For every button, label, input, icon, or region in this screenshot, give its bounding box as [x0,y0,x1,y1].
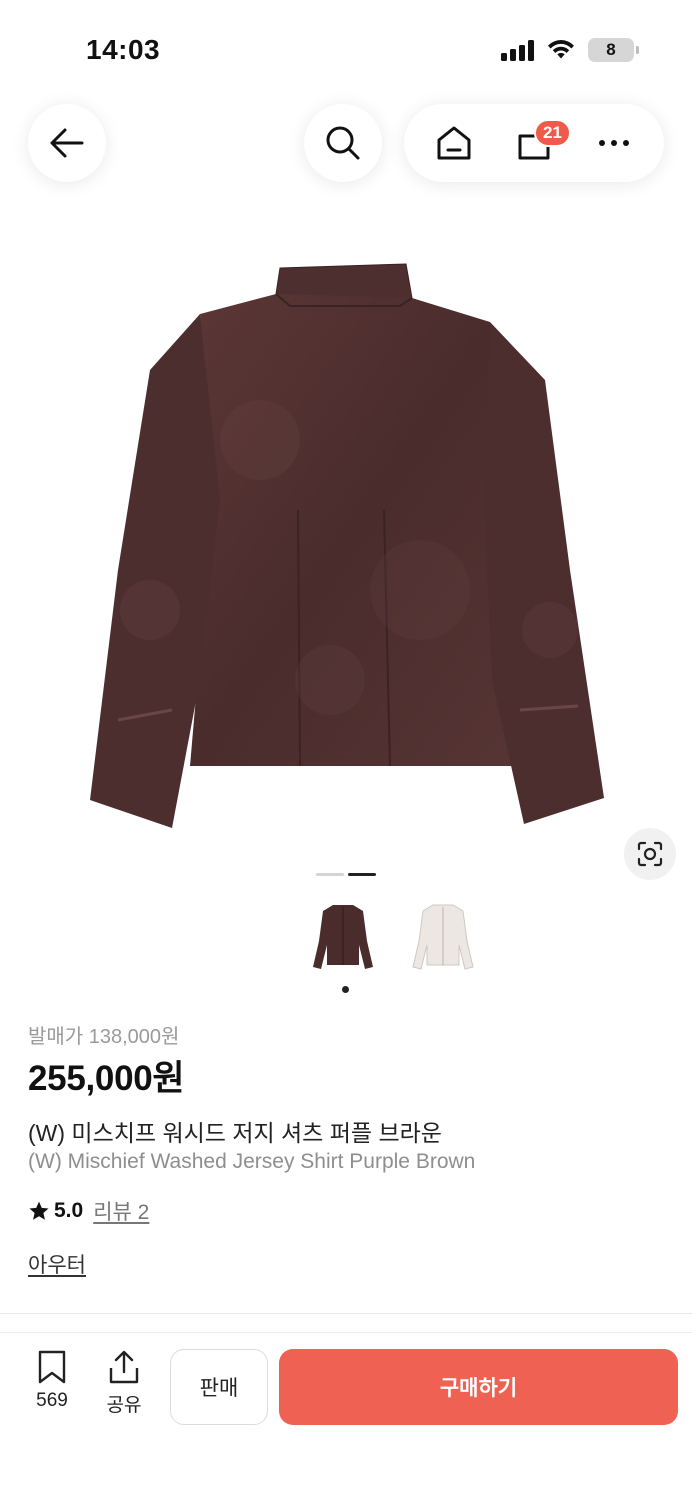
battery-icon: 8 [588,38,639,62]
color-thumbnails [306,898,480,976]
more-button[interactable] [584,113,644,173]
image-page-indicator [316,873,376,876]
page-indicator-segment-active [348,873,376,876]
product-name-korean: (W) 미스치프 워시드 저지 셔츠 퍼플 브라운 [28,1120,442,1146]
image-search-button[interactable] [624,828,676,880]
cellular-signal-icon [501,39,534,61]
page-indicator-segment [316,873,344,876]
rating-row: 5.0 리뷰 2 [28,1196,149,1226]
buy-button[interactable]: 구매하기 [279,1349,678,1425]
product-image[interactable] [0,210,692,860]
category-link[interactable]: 아우터 [28,1249,86,1279]
status-bar: 14:03 8 [0,0,692,100]
share-button[interactable]: 공유 [94,1350,154,1417]
rating-score: 5.0 [54,1199,84,1222]
thumbnail-ivory[interactable] [406,898,480,976]
share-icon [109,1350,139,1384]
star-icon [29,1201,49,1220]
arrow-left-icon [50,128,84,158]
divider [0,1313,692,1314]
status-indicators: 8 [501,38,639,62]
wishlist-button[interactable]: 569 [22,1350,82,1412]
sell-button[interactable]: 판매 [170,1349,268,1425]
wishlist-count: 569 [36,1390,68,1411]
bookmark-icon [38,1350,66,1384]
ivory-jacket-thumb [412,904,474,970]
more-horizontal-icon [599,140,629,146]
search-icon [326,126,360,160]
search-button[interactable] [304,104,382,182]
home-button[interactable] [424,113,484,173]
product-name-english: (W) Mischief Washed Jersey Shirt Purple … [28,1150,476,1173]
brown-jacket-thumb [313,905,373,969]
cart-button[interactable]: 21 [504,113,571,173]
wifi-icon [548,40,574,59]
release-price: 발매가 138,000원 [28,1026,180,1048]
battery-level: 8 [606,40,616,59]
selected-thumbnail-dot [342,986,349,993]
nav-actions: 21 [404,104,664,182]
current-price: 255,000원 [28,1059,185,1098]
jacket-back-image [90,263,604,828]
thumbnail-brown[interactable] [306,898,380,976]
share-label: 공유 [106,1395,142,1416]
back-button[interactable] [28,104,106,182]
home-icon [437,126,471,160]
cart-count-badge: 21 [534,119,571,147]
status-time: 14:03 [86,34,161,65]
review-link[interactable]: 리뷰 2 [93,1196,149,1226]
scan-lens-icon [637,841,663,867]
